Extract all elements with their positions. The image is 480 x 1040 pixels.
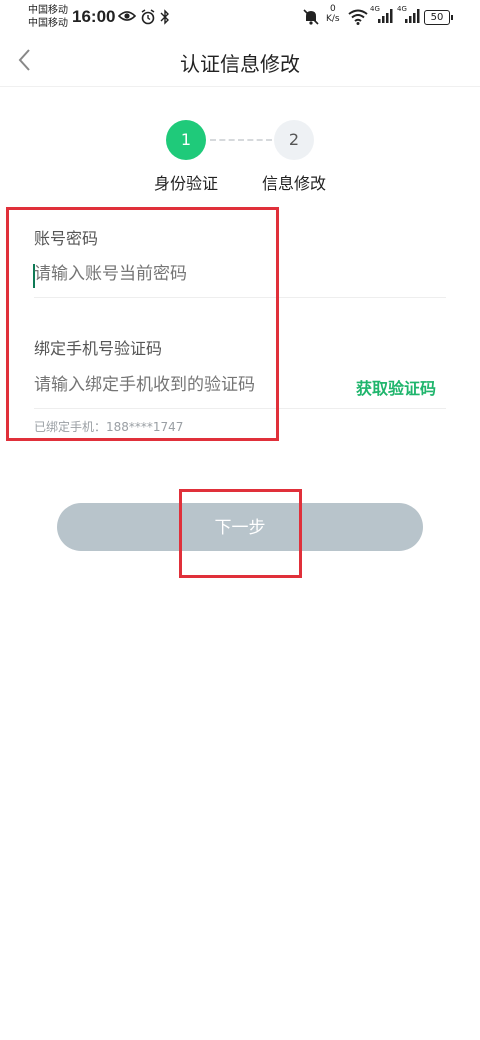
stepper: 1 2 身份验证 信息修改: [0, 120, 480, 200]
step-1-label: 身份验证: [154, 174, 219, 193]
password-label: 账号密码: [34, 229, 99, 248]
bluetooth-icon: [160, 9, 169, 25]
divider: [34, 408, 446, 409]
divider: [34, 297, 446, 298]
signal-icon: [405, 9, 420, 23]
network-speed: 0 K/s: [326, 4, 340, 24]
signal-icon: [378, 9, 393, 23]
wifi-icon: [348, 9, 368, 25]
step-1-indicator: 1: [166, 120, 206, 160]
password-input[interactable]: [34, 264, 414, 284]
carrier-1: 中国移动: [28, 5, 68, 16]
battery-icon: 50: [424, 10, 453, 25]
alarm-icon: [141, 9, 155, 25]
carrier-info: 中国移动 中国移动: [28, 4, 68, 30]
sms-code-label: 绑定手机号验证码: [34, 339, 163, 358]
sms-code-input[interactable]: [34, 375, 334, 395]
eye-icon: [118, 11, 136, 21]
net-speed-value: 0: [329, 4, 336, 14]
net-speed-unit: K/s: [326, 14, 340, 24]
next-step-button[interactable]: 下一步: [57, 503, 423, 551]
carrier-2: 中国移动: [28, 18, 68, 29]
status-bar: 中国移动 中国移动 16:00 0 K/s 4G 4G 50: [0, 0, 480, 36]
bound-phone-hint: 已绑定手机：188****1747: [34, 420, 184, 434]
step-connector: [210, 139, 272, 141]
page-title: 认证信息修改: [180, 52, 300, 76]
get-code-button[interactable]: 获取验证码: [356, 375, 436, 399]
step-2-indicator: 2: [274, 120, 314, 160]
step-2-label: 信息修改: [262, 174, 327, 193]
clock: 16:00: [72, 7, 116, 26]
nav-bar: 认证信息修改: [0, 36, 480, 87]
mute-bell-icon: [303, 9, 319, 25]
